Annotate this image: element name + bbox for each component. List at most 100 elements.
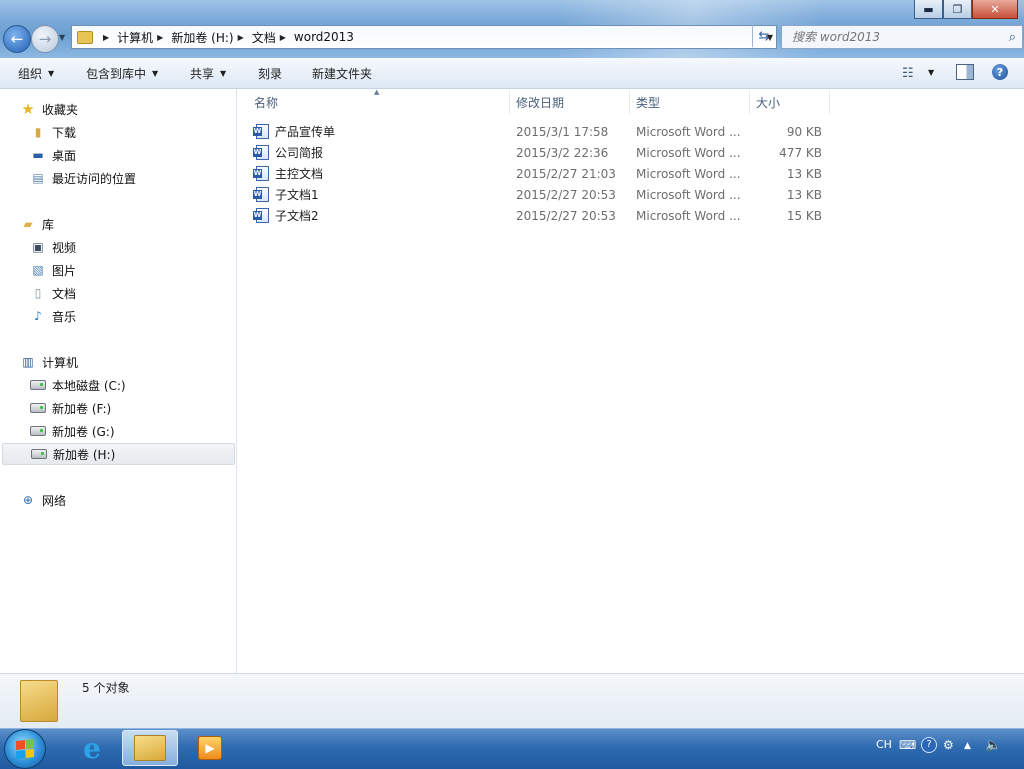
file-row[interactable]: 产品宣传单 2015/3/1 17:58 Microsoft Word ... … bbox=[252, 121, 832, 142]
breadcrumb-chevron-icon[interactable]: ▶ bbox=[103, 33, 109, 42]
file-row[interactable]: 子文档1 2015/2/27 20:53 Microsoft Word ... … bbox=[252, 184, 832, 205]
word-document-icon bbox=[253, 166, 269, 181]
folder-icon bbox=[77, 30, 93, 44]
search-box[interactable]: ⌕ bbox=[781, 25, 1023, 49]
nav-label: 图片 bbox=[52, 263, 77, 278]
system-drive-icon bbox=[30, 378, 46, 392]
drive-icon bbox=[30, 424, 46, 438]
forward-button[interactable]: → bbox=[31, 25, 59, 53]
nav-downloads[interactable]: ▮ 下载 bbox=[0, 121, 76, 143]
recent-places-icon: ▤ bbox=[32, 171, 44, 185]
column-header-type[interactable]: 类型 bbox=[630, 90, 750, 114]
nav-drive-c[interactable]: 本地磁盘 (C:) bbox=[0, 374, 126, 396]
folder-icon bbox=[20, 680, 58, 722]
address-bar[interactable]: ▶ 计算机 ▶ 新加卷 (H:) ▶ 文档 ▶ word2013 ▼ bbox=[71, 25, 777, 49]
nav-drive-g[interactable]: 新加卷 (G:) bbox=[0, 420, 115, 442]
column-header-label: 类型 bbox=[636, 95, 661, 110]
input-language-indicator[interactable]: CH bbox=[876, 738, 892, 751]
file-type: Microsoft Word ... bbox=[636, 187, 741, 202]
preview-pane-icon[interactable] bbox=[956, 64, 974, 80]
nav-music[interactable]: ♪ 音乐 bbox=[0, 305, 76, 327]
keyboard-icon[interactable]: ⌨ bbox=[899, 738, 916, 752]
file-row[interactable]: 公司简报 2015/3/2 22:36 Microsoft Word ... 4… bbox=[252, 142, 832, 163]
search-icon[interactable]: ⌕ bbox=[1009, 30, 1016, 45]
burn-button[interactable]: 刻录 bbox=[258, 58, 282, 88]
nav-favorites[interactable]: ★ 收藏夹 bbox=[0, 98, 78, 120]
windows-logo-icon bbox=[16, 739, 34, 759]
file-row[interactable]: 主控文档 2015/2/27 21:03 Microsoft Word ... … bbox=[252, 163, 832, 184]
nav-label: 新加卷 (F:) bbox=[52, 401, 112, 416]
word-document-icon bbox=[253, 124, 269, 139]
nav-documents[interactable]: ▯ 文档 bbox=[0, 282, 76, 304]
change-view-icon[interactable]: ☷ bbox=[902, 66, 914, 81]
taskbar-internet-explorer[interactable]: e bbox=[64, 730, 120, 766]
nav-label: 网络 bbox=[42, 493, 67, 508]
include-in-library-button[interactable]: 包含到库中 ▼ bbox=[86, 58, 158, 88]
breadcrumb-chevron-icon[interactable]: ▶ bbox=[157, 33, 163, 42]
window-controls: ▬ ❐ ✕ bbox=[914, 0, 1018, 20]
file-type: Microsoft Word ... bbox=[636, 208, 741, 223]
chevron-down-icon: ▼ bbox=[152, 68, 159, 78]
desktop-icon: ▬ bbox=[32, 148, 44, 162]
breadcrumb-drive-h[interactable]: 新加卷 (H:) bbox=[171, 29, 233, 46]
view-options-dropdown[interactable]: ▼ bbox=[928, 68, 934, 77]
show-hidden-icons-chevron-icon[interactable]: ▲ bbox=[964, 741, 971, 751]
computer-icon: ▥ bbox=[22, 355, 34, 369]
close-button[interactable]: ✕ bbox=[972, 0, 1018, 19]
taskbar-windows-explorer[interactable] bbox=[122, 730, 178, 766]
back-button[interactable]: ← bbox=[3, 25, 31, 53]
nav-pictures[interactable]: ▧ 图片 bbox=[0, 259, 76, 281]
close-icon: ✕ bbox=[990, 2, 1000, 16]
star-icon: ★ bbox=[21, 100, 35, 118]
new-folder-button[interactable]: 新建文件夹 bbox=[312, 58, 372, 88]
minimize-button[interactable]: ▬ bbox=[914, 0, 943, 19]
input-settings-icon[interactable]: ⚙ bbox=[943, 738, 954, 752]
breadcrumb-documents[interactable]: 文档 bbox=[252, 29, 276, 46]
nav-recent-places[interactable]: ▤ 最近访问的位置 bbox=[0, 167, 136, 189]
music-icon: ♪ bbox=[34, 309, 42, 323]
nav-computer[interactable]: ▥ 计算机 bbox=[0, 351, 78, 373]
breadcrumb-chevron-icon[interactable]: ▶ bbox=[280, 33, 286, 42]
help-icon[interactable]: ? bbox=[992, 64, 1008, 80]
breadcrumb-word2013[interactable]: word2013 bbox=[294, 30, 354, 44]
file-row[interactable]: 子文档2 2015/2/27 20:53 Microsoft Word ... … bbox=[252, 205, 832, 226]
help-tray-icon[interactable]: ? bbox=[921, 737, 937, 753]
nav-desktop[interactable]: ▬ 桌面 bbox=[0, 144, 76, 166]
volume-icon[interactable]: 🔈 bbox=[985, 738, 1001, 753]
start-button[interactable] bbox=[4, 729, 46, 769]
item-count: 5 个对象 bbox=[82, 681, 130, 695]
nav-videos[interactable]: ▣ 视频 bbox=[0, 236, 76, 258]
maximize-button[interactable]: ❐ bbox=[943, 0, 972, 19]
nav-network[interactable]: ⊕ 网络 bbox=[0, 489, 66, 511]
recent-pages-dropdown[interactable]: ▼ bbox=[59, 33, 65, 42]
nav-label: 最近访问的位置 bbox=[52, 171, 137, 186]
breadcrumb-computer[interactable]: 计算机 bbox=[117, 29, 153, 46]
restore-icon: ❐ bbox=[952, 2, 963, 16]
nav-drive-f[interactable]: 新加卷 (F:) bbox=[0, 397, 111, 419]
column-header-size[interactable]: 大小 bbox=[750, 90, 830, 114]
file-name: 产品宣传单 bbox=[275, 125, 336, 139]
taskbar-media-player[interactable]: ▶ bbox=[182, 730, 238, 766]
file-type: Microsoft Word ... bbox=[636, 166, 741, 181]
organize-button[interactable]: 组织 ▼ bbox=[18, 58, 54, 88]
nav-libraries[interactable]: ▰ 库 bbox=[0, 213, 54, 235]
drive-icon bbox=[30, 401, 46, 415]
share-button[interactable]: 共享 ▼ bbox=[190, 58, 226, 88]
forward-arrow-icon: → bbox=[38, 30, 52, 48]
refresh-button[interactable]: ⇆ bbox=[752, 25, 775, 47]
nav-drive-h[interactable]: 新加卷 (H:) bbox=[2, 443, 235, 465]
column-header-date[interactable]: 修改日期 bbox=[510, 90, 630, 114]
explorer-folder-icon bbox=[134, 735, 166, 761]
burn-label: 刻录 bbox=[258, 66, 283, 81]
downloads-folder-icon: ▮ bbox=[34, 125, 42, 139]
chevron-down-icon: ▼ bbox=[48, 68, 55, 78]
file-date: 2015/2/27 21:03 bbox=[516, 166, 616, 181]
breadcrumb-chevron-icon[interactable]: ▶ bbox=[238, 33, 244, 42]
media-player-icon: ▶ bbox=[198, 736, 222, 760]
nav-label: 库 bbox=[42, 217, 55, 232]
nav-label: 视频 bbox=[52, 240, 77, 255]
chevron-down-icon: ▼ bbox=[220, 68, 227, 78]
file-size: 477 KB bbox=[779, 145, 822, 160]
library-icon: ▰ bbox=[23, 217, 33, 231]
search-input[interactable] bbox=[790, 29, 994, 45]
